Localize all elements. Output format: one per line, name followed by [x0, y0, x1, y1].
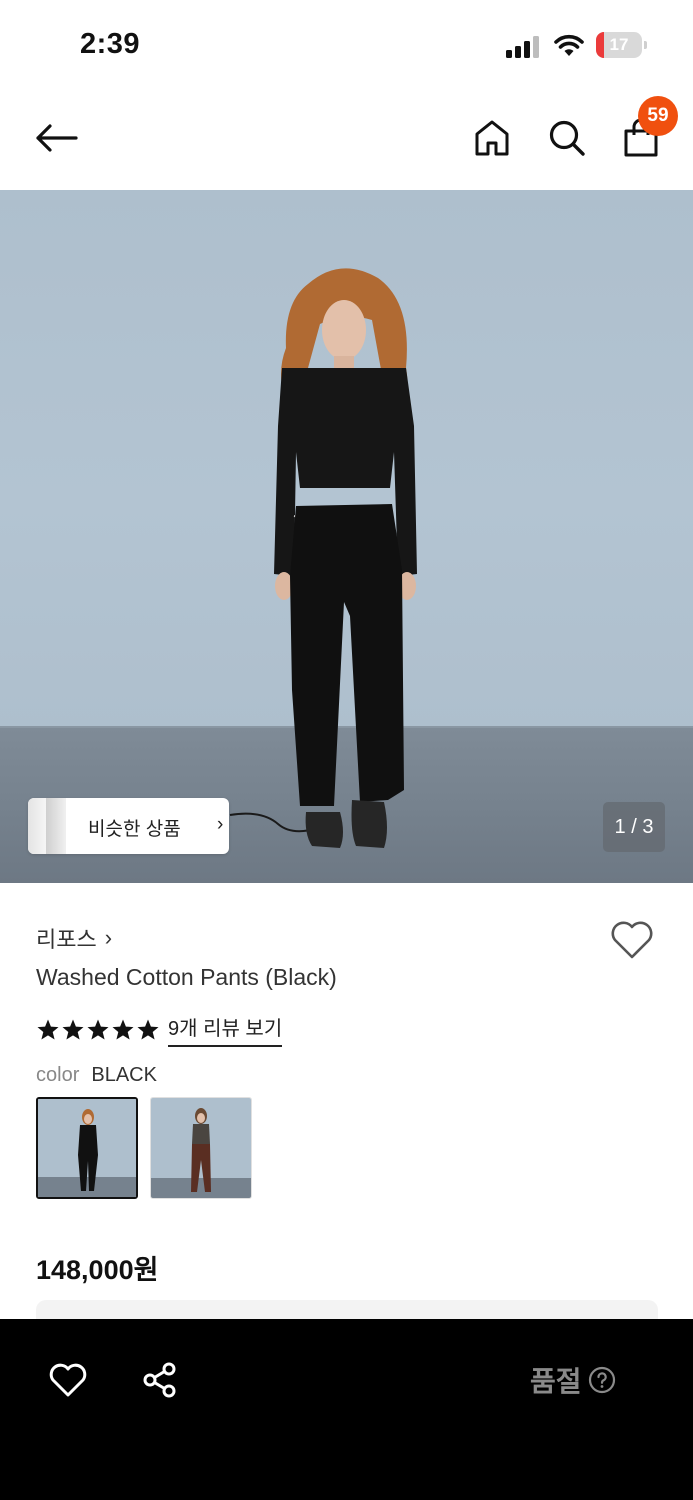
star-icon: [37, 1019, 59, 1039]
wifi-icon: [554, 34, 584, 56]
arrow-left-icon: [36, 124, 78, 152]
star-icon: [62, 1019, 84, 1039]
star-icon: [137, 1019, 159, 1039]
product-image-carousel[interactable]: 비슷한 상품 › 1 / 3: [0, 190, 693, 883]
chevron-right-icon: ›: [104, 925, 113, 950]
heart-icon: [49, 1363, 87, 1397]
sold-out-status: 품절: [530, 1360, 616, 1400]
color-swatch-brown[interactable]: [150, 1097, 252, 1199]
cart-count-badge: 59: [638, 96, 678, 136]
share-icon: [143, 1362, 176, 1398]
similar-products-label: 비슷한 상품: [88, 819, 181, 840]
home-button[interactable]: [468, 112, 516, 164]
model-photo: [229, 268, 417, 848]
bottom-action-bar: [0, 1319, 693, 1500]
home-icon: [475, 120, 509, 156]
sold-out-label: 품절: [530, 1366, 582, 1397]
back-button[interactable]: [30, 112, 82, 164]
search-button[interactable]: [543, 112, 591, 164]
brand-name: 리포스: [36, 927, 97, 952]
color-selector-label: color BLACK: [36, 1064, 157, 1087]
heart-outline-icon: [611, 921, 653, 959]
image-page-indicator: 1 / 3: [603, 802, 665, 852]
view-reviews-link[interactable]: 9개 리뷰 보기: [168, 1012, 283, 1047]
swatch-black-image: [38, 1099, 136, 1197]
color-swatch-black[interactable]: [36, 1097, 138, 1199]
search-icon: [549, 120, 585, 156]
brand-link[interactable]: 리포스 ›: [36, 922, 112, 954]
help-circle-icon[interactable]: [588, 1366, 616, 1394]
cellular-signal-icon: [506, 36, 539, 58]
wishlist-button[interactable]: [606, 914, 658, 966]
status-time: 2:39: [80, 28, 141, 60]
share-button[interactable]: [136, 1356, 184, 1404]
like-button[interactable]: [44, 1356, 92, 1404]
battery-level: 17: [609, 35, 629, 54]
rating-stars: [36, 1018, 160, 1042]
color-value: BLACK: [91, 1064, 157, 1086]
color-label: color: [36, 1064, 80, 1086]
rating-row: 9개 리뷰 보기: [36, 1012, 283, 1047]
similar-products-button[interactable]: 비슷한 상품 ›: [28, 798, 229, 854]
chevron-right-icon: ›: [217, 814, 224, 835]
star-icon: [87, 1019, 109, 1039]
product-price: 148,000원: [36, 1255, 159, 1285]
swatch-brown-image: [151, 1098, 251, 1198]
product-title: Washed Cotton Pants (Black): [36, 964, 337, 990]
battery-icon: 17: [596, 32, 648, 58]
star-icon: [112, 1019, 134, 1039]
